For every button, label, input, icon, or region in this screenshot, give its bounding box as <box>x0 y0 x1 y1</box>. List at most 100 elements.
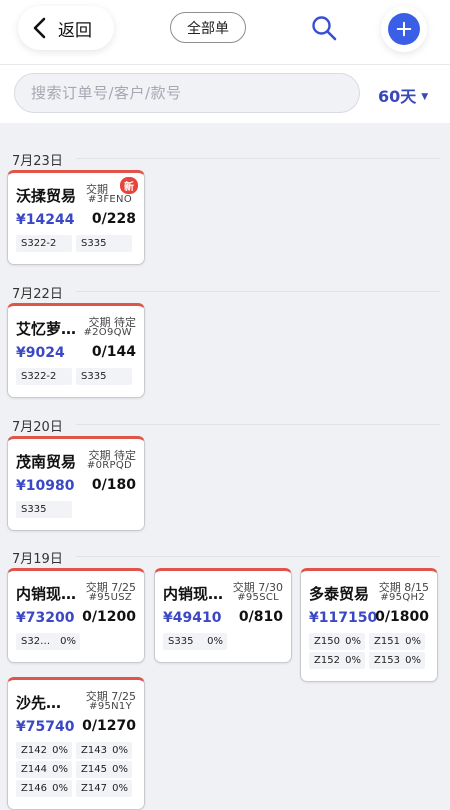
date-divider <box>76 424 440 425</box>
customer-name: 艾忆萝… <box>16 320 77 338</box>
date-header: 7月22日 <box>12 287 63 302</box>
style-chip: Z142 0% <box>16 742 72 759</box>
customer-name: 内销现… <box>16 585 77 603</box>
plus-icon <box>388 13 420 45</box>
chevron-down-icon: ▼ <box>421 92 429 102</box>
style-code: S322-2 <box>21 371 57 382</box>
chevron-left-icon <box>33 17 46 39</box>
order-amount: ¥9024 <box>16 345 65 361</box>
order-progress: 0/1800 <box>375 609 429 625</box>
order-amount: ¥10980 <box>16 478 75 494</box>
style-code: S335 <box>81 238 107 249</box>
order-progress: 0/1200 <box>82 609 136 625</box>
order-amount: ¥75740 <box>16 719 75 735</box>
style-progress: 0% <box>52 783 68 794</box>
order-progress: 0/180 <box>91 477 136 493</box>
top-bar: 返回 全部单 <box>0 0 450 64</box>
order-card[interactable]: 多泰贸易 交期 8/15 #95QH2 ¥117150 0/1800 Z150 0% Z151… <box>300 568 438 682</box>
customer-name: 多泰贸易 <box>309 585 370 603</box>
style-chip: Z144 0% <box>16 761 72 778</box>
order-amount: ¥73200 <box>16 610 75 626</box>
style-chip: Z151 0% <box>369 633 425 650</box>
order-card[interactable]: 沃揉贸易 交期新 #3FENO ¥14244 0/228 S322-2 S335 <box>7 170 145 265</box>
style-progress: 0% <box>112 745 128 756</box>
style-progress: 0% <box>207 636 223 647</box>
order-card[interactable]: 沙先… 交期 7/25 #95N1Y ¥75740 0/1270 Z142 0% Z143 0%… <box>7 677 145 810</box>
style-code: Z153 <box>374 655 400 666</box>
style-progress: 0% <box>345 655 361 666</box>
style-chip: Z147 0% <box>76 780 132 797</box>
style-progress: 0% <box>405 636 421 647</box>
style-chip: Z146 0% <box>16 780 72 797</box>
order-amount: ¥49410 <box>163 610 222 626</box>
style-chip: S335 <box>76 368 132 385</box>
style-chip: S322-2 <box>16 368 72 385</box>
add-order-button[interactable] <box>381 6 427 52</box>
style-code: S32… <box>21 636 51 647</box>
style-code: S335 <box>21 504 47 515</box>
order-code: #95SCL <box>237 592 279 603</box>
style-code: Z151 <box>374 636 400 647</box>
style-code: Z143 <box>81 745 107 756</box>
search-icon[interactable] <box>310 14 338 42</box>
order-code: #95N1Y <box>89 701 132 712</box>
style-code: S335 <box>168 636 194 647</box>
order-amount: ¥117150 <box>309 610 378 626</box>
style-code: Z142 <box>21 745 47 756</box>
order-list: 7月23日 沃揉贸易 交期新 #3FENO ¥14244 0/228 S322-2 S335 7… <box>0 123 450 810</box>
style-progress: 0% <box>112 764 128 775</box>
back-label: 返回 <box>58 20 92 41</box>
style-code: Z145 <box>81 764 107 775</box>
style-chip: S335 <box>16 501 72 518</box>
customer-name: 茂南贸易 <box>16 453 77 471</box>
style-chip: S322-2 <box>16 235 72 252</box>
new-badge: 新 <box>120 177 138 194</box>
style-code: Z147 <box>81 783 107 794</box>
order-card[interactable]: 内销现… 交期 7/25 #95USZ ¥73200 0/1200 S32… 0% <box>7 568 145 663</box>
style-chip: S335 <box>76 235 132 252</box>
order-code: #3FENO <box>88 194 132 205</box>
search-input[interactable]: 搜索订单号/客户/款号 <box>14 73 360 113</box>
order-code: #2O9QW <box>83 327 132 338</box>
style-chip: S335 0% <box>163 633 227 650</box>
order-code: #95USZ <box>88 592 132 603</box>
date-header: 7月19日 <box>12 552 63 567</box>
style-chip: Z150 0% <box>309 633 365 650</box>
style-progress: 0% <box>345 636 361 647</box>
order-code: #95QH2 <box>380 592 425 603</box>
search-bar: 搜索订单号/客户/款号 60天 ▼ <box>0 64 450 123</box>
back-button[interactable]: 返回 <box>18 6 114 50</box>
date-header: 7月20日 <box>12 420 63 435</box>
style-chip: Z145 0% <box>76 761 132 778</box>
date-divider <box>76 158 440 159</box>
style-code: Z144 <box>21 764 47 775</box>
order-progress: 0/228 <box>91 211 136 227</box>
date-divider <box>76 556 440 557</box>
order-progress: 0/144 <box>91 344 136 360</box>
order-progress: 0/1270 <box>82 718 136 734</box>
date-divider <box>76 291 440 292</box>
style-progress: 0% <box>60 636 76 647</box>
style-progress: 0% <box>52 764 68 775</box>
order-filter-button[interactable]: 全部单 <box>170 12 246 43</box>
style-progress: 0% <box>52 745 68 756</box>
style-code: S335 <box>81 371 107 382</box>
days-range-select[interactable]: 60天 ▼ <box>378 83 428 107</box>
order-code: #0RPQD <box>86 460 132 471</box>
order-card[interactable]: 内销现… 交期 7/30 #95SCL ¥49410 0/810 S335 0% <box>154 568 292 663</box>
style-chip: Z153 0% <box>369 652 425 669</box>
date-header: 7月23日 <box>12 154 63 169</box>
order-card[interactable]: 茂南贸易 交期 待定 #0RPQD ¥10980 0/180 S335 <box>7 436 145 531</box>
style-progress: 0% <box>405 655 421 666</box>
style-chip: Z143 0% <box>76 742 132 759</box>
style-code: Z150 <box>314 636 340 647</box>
days-range-value: 60天 <box>378 87 417 106</box>
style-code: Z146 <box>21 783 47 794</box>
style-code: S322-2 <box>21 238 57 249</box>
customer-name: 沙先… <box>16 694 62 712</box>
style-code: Z152 <box>314 655 340 666</box>
style-chip: Z152 0% <box>309 652 365 669</box>
order-amount: ¥14244 <box>16 212 75 228</box>
style-chip: S32… 0% <box>16 633 80 650</box>
order-card[interactable]: 艾忆萝… 交期 待定 #2O9QW ¥9024 0/144 S322-2 S335 <box>7 303 145 398</box>
